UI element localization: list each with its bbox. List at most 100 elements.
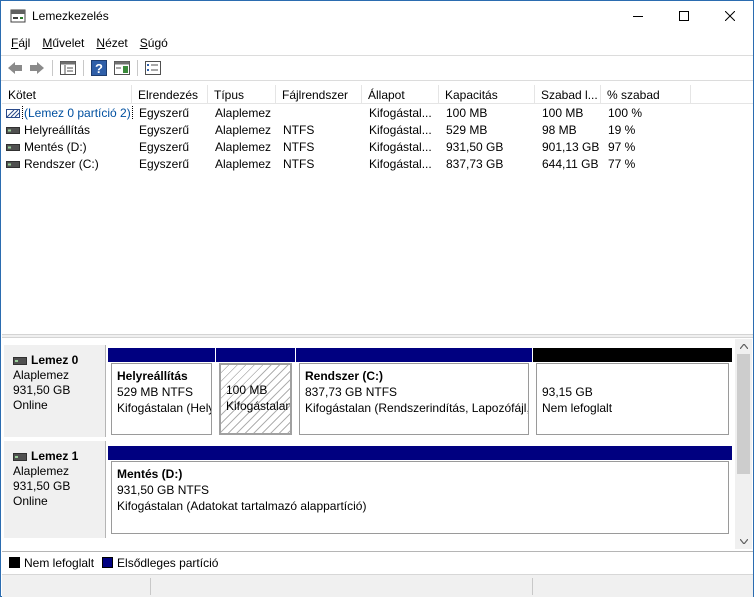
capacity-cell: 100 MB xyxy=(446,106,488,120)
disk-0-state: Online xyxy=(13,398,48,412)
menu-file-label: ájl xyxy=(18,36,31,50)
layout-cell: Egyszerű xyxy=(139,140,190,154)
partition-status: Kifogástalan (Helyreállítási partíció) xyxy=(117,401,211,415)
forward-button[interactable] xyxy=(27,59,47,77)
close-button[interactable] xyxy=(707,1,753,31)
percent-free-cell: 97 % xyxy=(608,140,636,154)
legend: Nem lefoglalt Elsődleges partíció xyxy=(2,551,753,573)
partition-system-c[interactable]: Rendszer (C:) 837,73 GB NTFS Kifogástala… xyxy=(296,348,532,435)
column-header-free-space[interactable]: Szabad l... xyxy=(535,85,601,104)
volume-row[interactable]: (Lemez 0 partíció 2) Egyszerű Alaplemez … xyxy=(2,105,753,122)
column-header-percent-free[interactable]: % szabad xyxy=(601,85,691,104)
menu-file[interactable]: Fájl xyxy=(5,32,36,54)
scroll-up-button[interactable] xyxy=(735,339,752,354)
volume-name: Mentés (D:) xyxy=(24,140,87,154)
partition-status: Kifogástalan (Adatokat tartalmazó alappa… xyxy=(117,499,367,513)
disk-1-type: Alaplemez xyxy=(13,464,70,478)
filesystem-cell: NTFS xyxy=(283,140,315,154)
column-header-capacity[interactable]: Kapacitás xyxy=(439,85,535,104)
disk-icon xyxy=(13,452,27,461)
volume-list[interactable]: Kötet Elrendezés Típus Fájlrendszer Álla… xyxy=(2,85,753,333)
volume-drive-icon xyxy=(6,161,20,168)
action-pane-icon xyxy=(114,61,130,75)
status-bar-separator xyxy=(150,578,151,595)
menu-action-accel: M xyxy=(42,36,53,50)
disk-0-size: 931,50 GB xyxy=(13,383,71,397)
percent-free-cell: 100 % xyxy=(608,106,643,120)
partition-unallocated-bar xyxy=(533,348,732,362)
properties-icon xyxy=(145,61,161,75)
scrollbar-thumb[interactable] xyxy=(737,354,750,474)
partition-body: 100 MB Kifogástalan (EFI rendszerpartíci… xyxy=(219,363,292,435)
capacity-cell: 837,73 GB xyxy=(446,157,504,171)
window-title: Lemezkezelés xyxy=(32,9,109,23)
menu-help[interactable]: Súgó xyxy=(134,32,174,54)
disk-1-name-row: Lemez 1 xyxy=(13,449,105,464)
toolbar-separator xyxy=(83,60,84,76)
partition-body: Helyreállítás 529 MB NTFS Kifogástalan (… xyxy=(111,363,212,435)
menu-help-label: úgó xyxy=(147,36,168,50)
show-action-pane-button[interactable] xyxy=(112,59,132,77)
partition-recovery[interactable]: Helyreállítás 529 MB NTFS Kifogástalan (… xyxy=(108,348,215,435)
minimize-button[interactable] xyxy=(615,1,661,31)
show-hide-console-tree-button[interactable] xyxy=(58,59,78,77)
layout-cell: Egyszerű xyxy=(139,123,190,137)
help-icon: ? xyxy=(91,60,107,76)
menu-view-accel: N xyxy=(96,36,106,50)
legend-swatch-unallocated xyxy=(9,557,20,568)
toolbar-separator xyxy=(52,60,53,76)
percent-free-cell: 77 % xyxy=(608,157,636,171)
column-header-layout[interactable]: Elrendezés xyxy=(132,85,208,104)
disk-1-size: 931,50 GB xyxy=(13,479,71,493)
menu-view[interactable]: Nézet xyxy=(90,32,133,54)
back-arrow-icon xyxy=(8,62,22,74)
help-button[interactable]: ? xyxy=(89,59,109,77)
chevron-down-icon xyxy=(739,539,748,544)
menu-action[interactable]: Művelet xyxy=(36,32,90,54)
volume-list-header: Kötet Elrendezés Típus Fájlrendszer Álla… xyxy=(2,85,753,104)
volume-row[interactable]: Mentés (D:) Egyszerű Alaplemez NTFS Kifo… xyxy=(2,139,753,156)
type-cell: Alaplemez xyxy=(215,106,272,120)
partition-backup-d[interactable]: Mentés (D:) 931,50 GB NTFS Kifogástalan … xyxy=(108,446,732,534)
partition-size: 931,50 GB NTFS xyxy=(117,483,210,497)
type-cell: Alaplemez xyxy=(215,140,272,154)
column-header-type[interactable]: Típus xyxy=(208,85,276,104)
partition-status: Nem lefoglalt xyxy=(542,401,613,415)
disk-1-state: Online xyxy=(13,494,48,508)
partition-primary-bar xyxy=(108,446,732,460)
disk-0-info[interactable]: Lemez 0 Alaplemez 931,50 GB Online xyxy=(4,345,106,437)
volume-row[interactable]: Rendszer (C:) Egyszerű Alaplemez NTFS Ki… xyxy=(2,156,753,173)
disk-0-type: Alaplemez xyxy=(13,368,70,382)
partition-title: Helyreállítás xyxy=(117,369,188,383)
toolbar-separator xyxy=(137,60,138,76)
back-button[interactable] xyxy=(5,59,25,77)
column-header-filesystem[interactable]: Fájlrendszer xyxy=(276,85,362,104)
properties-button[interactable] xyxy=(143,59,163,77)
volume-name: (Lemez 0 partíció 2) xyxy=(22,106,133,120)
menu-action-label: űvelet xyxy=(52,36,85,50)
legend-swatch-primary xyxy=(102,557,114,568)
close-icon xyxy=(725,11,735,21)
column-header-volume[interactable]: Kötet xyxy=(2,85,132,104)
partition-efi[interactable]: 100 MB Kifogástalan (EFI rendszerpartíci… xyxy=(216,348,295,435)
volume-drive-icon xyxy=(6,127,20,134)
percent-free-cell: 19 % xyxy=(608,123,636,137)
status-cell: Kifogástal... xyxy=(369,106,432,120)
menu-bar: Fájl Művelet Nézet Súgó xyxy=(1,32,753,54)
partition-unallocated[interactable]: 93,15 GB Nem lefoglalt xyxy=(533,348,732,435)
free-space-cell: 644,11 GB xyxy=(542,157,599,171)
vertical-scrollbar[interactable] xyxy=(735,339,752,549)
status-bar-separator xyxy=(532,578,533,595)
partition-primary-bar xyxy=(296,348,532,362)
volume-row[interactable]: Helyreállítás Egyszerű Alaplemez NTFS Ki… xyxy=(2,122,753,139)
disk-1-info[interactable]: Lemez 1 Alaplemez 931,50 GB Online xyxy=(4,441,106,538)
maximize-button[interactable] xyxy=(661,1,707,31)
partition-size: 837,73 GB NTFS xyxy=(305,385,398,399)
partition-size: 100 MB xyxy=(226,383,268,397)
volume-drive-icon xyxy=(6,144,20,151)
scroll-down-button[interactable] xyxy=(735,534,752,549)
toolbar: ? xyxy=(1,55,753,81)
menu-help-accel: S xyxy=(139,36,148,50)
column-header-status[interactable]: Állapot xyxy=(362,85,439,104)
pane-splitter[interactable] xyxy=(2,334,753,338)
